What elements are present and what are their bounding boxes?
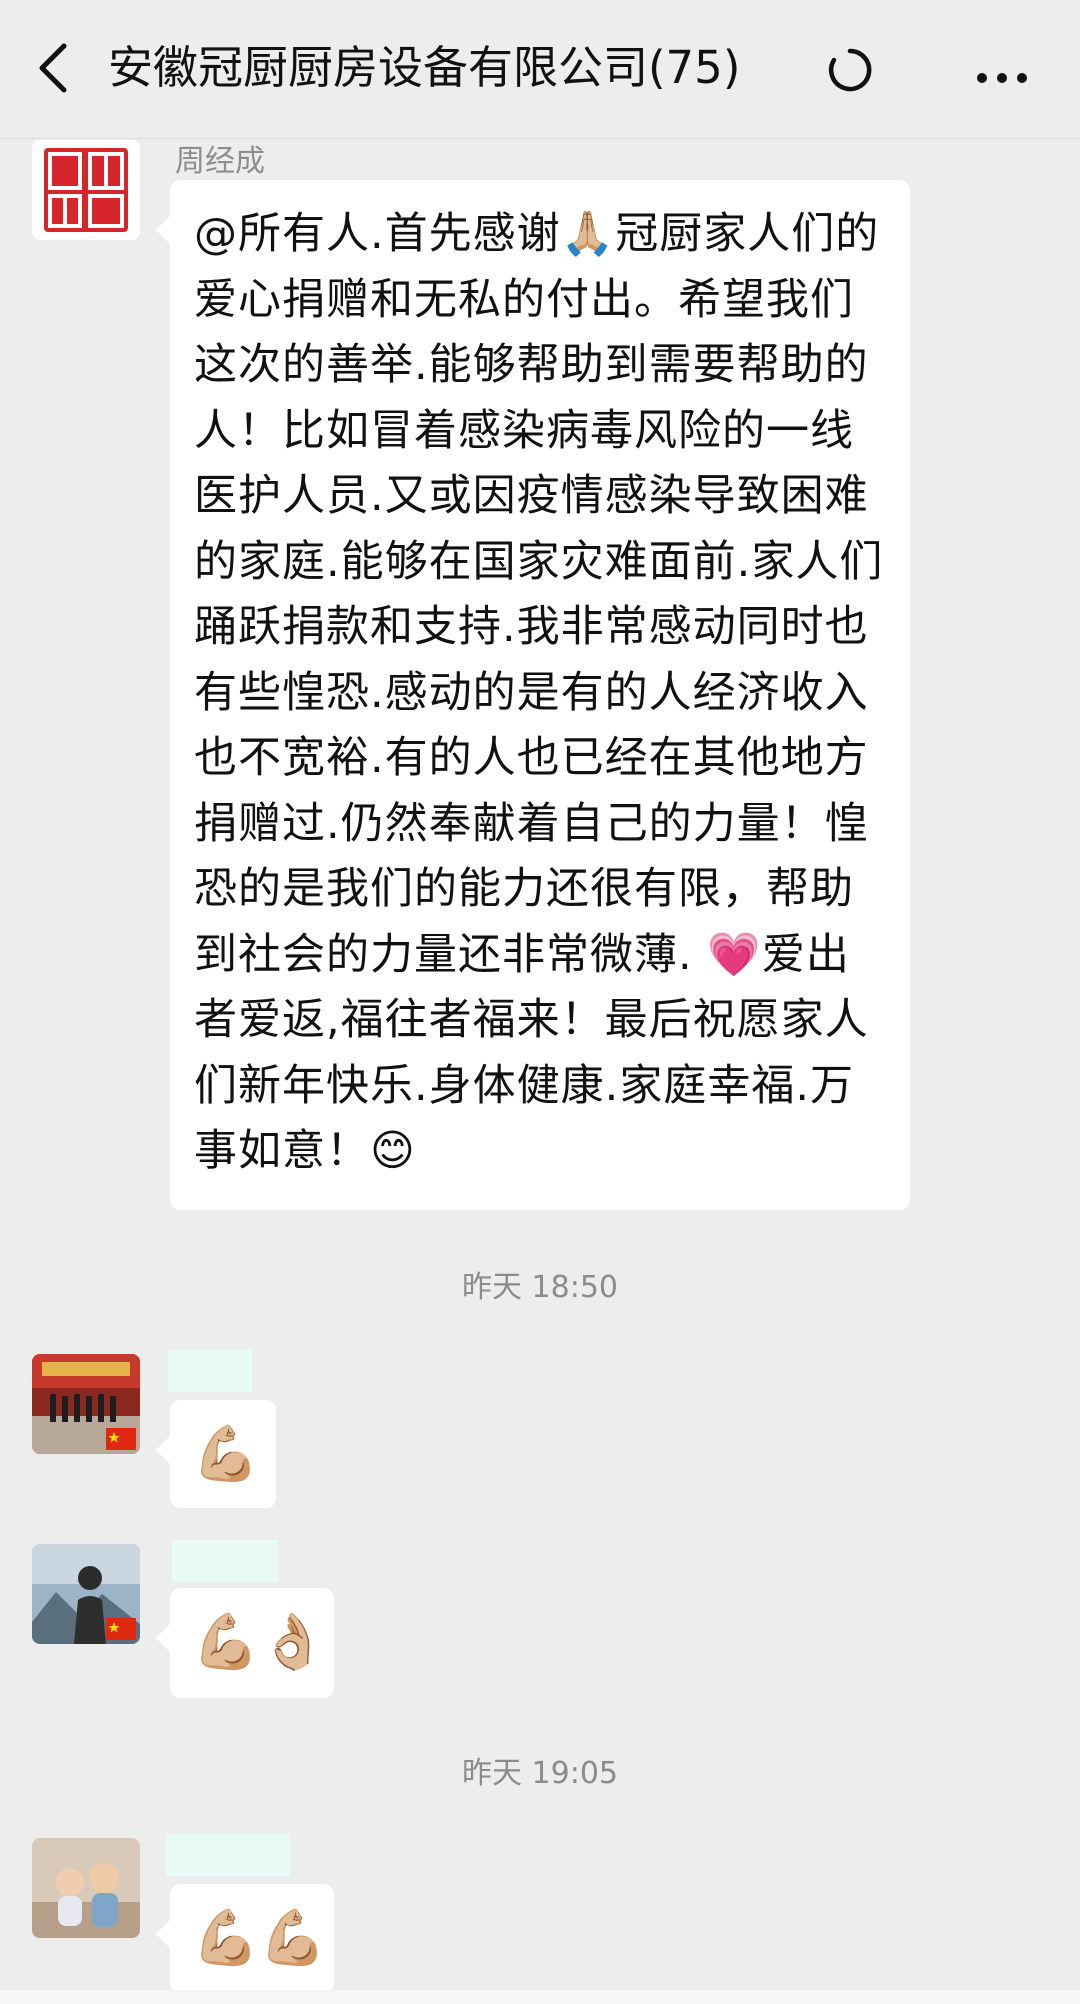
sender-name [168, 1350, 252, 1392]
group-photo-avatar [32, 1354, 140, 1454]
message-bubble[interactable]: 💪🏼💪🏼 [156, 1884, 334, 1992]
company-logo-avatar [38, 144, 134, 236]
loading-indicator [826, 46, 874, 94]
more-dots-icon [977, 73, 1027, 83]
sender-name [172, 1540, 278, 1582]
avatar[interactable] [32, 1544, 140, 1644]
sender-name [166, 1834, 290, 1876]
message-bubble[interactable]: @所有人.首先感谢🙏🏼冠厨家人们的爱心捐赠和无私的付出。希望我们这次的善举.能够… [156, 180, 910, 1210]
message-text: 💪🏼💪🏼 [192, 1906, 327, 1969]
mountain-person-avatar [32, 1544, 140, 1644]
back-button[interactable] [30, 38, 82, 98]
avatar[interactable] [32, 1838, 140, 1938]
more-button[interactable] [970, 40, 1034, 96]
chat-header: 安徽冠厨厨房设备有限公司(75) [0, 0, 1080, 139]
message-bubble[interactable]: 💪🏼 [156, 1400, 276, 1508]
timestamp: 昨天 19:05 [462, 1756, 618, 1791]
sender-name: 周经成 [175, 144, 265, 179]
bottom-edge [0, 1990, 1080, 2004]
message-text: 💪🏼 [192, 1422, 260, 1485]
message-text: @所有人.首先感谢🙏🏼冠厨家人们的爱心捐赠和无私的付出。希望我们这次的善举.能够… [194, 209, 884, 1176]
message-bubble[interactable]: 💪🏼👌🏼 [156, 1588, 334, 1698]
chat-title: 安徽冠厨厨房设备有限公司(75) [108, 41, 741, 94]
children-photo-avatar [32, 1838, 140, 1938]
avatar[interactable] [32, 1354, 140, 1454]
avatar[interactable] [32, 140, 140, 240]
chevron-left-icon [39, 43, 67, 93]
message-text: 💪🏼👌🏼 [192, 1610, 327, 1673]
loading-ring-icon [828, 48, 872, 92]
timestamp: 昨天 18:50 [462, 1270, 618, 1305]
